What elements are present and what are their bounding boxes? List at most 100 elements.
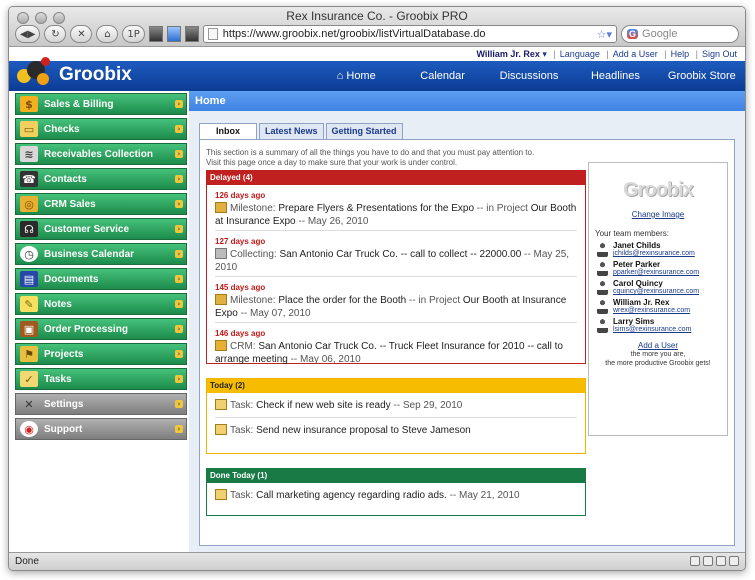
team-member: Peter Parker pparker@rexinsurance.com [597,260,727,276]
list-item[interactable]: 126 days ago Milestone: Prepare Flyers &… [215,185,577,231]
item-type: Task: [230,490,254,501]
nav-headlines[interactable]: Headlines [572,61,658,91]
avatar-icon [597,281,608,295]
check-icon: ▭ [20,121,38,137]
sidebar-item-customer-service[interactable]: ☊ Customer Service › [15,218,187,240]
sidebar-item-label: Order Processing [44,323,128,335]
delayed-header: Delayed (4) [207,171,585,185]
member-name: Carol Quincy [613,279,663,288]
phone-icon: ☎ [20,171,38,187]
sidebar-item-receivables-collection[interactable]: ≋ Receivables Collection › [15,143,187,165]
sidebar-item-projects[interactable]: ⚑ Projects › [15,343,187,365]
box-icon: ▣ [20,321,38,337]
projects-icon: ⚑ [20,346,38,362]
item-date: -- May 07, 2010 [237,308,311,319]
language-link[interactable]: Language [560,49,600,59]
list-item[interactable]: 127 days ago Collecting: San Antonio Car… [215,231,577,277]
sidebar-item-checks[interactable]: ▭ Checks › [15,118,187,140]
dollar-icon: $ [20,96,38,112]
milestone-icon [215,294,227,305]
sidebar-item-contacts[interactable]: ☎ Contacts › [15,168,187,190]
sign-out-link[interactable]: Sign Out [702,49,737,59]
tab-inbox[interactable]: Inbox [199,123,257,140]
sidebar-item-notes[interactable]: ✎ Notes › [15,293,187,315]
sidebar-item-sales-billing[interactable]: $ Sales & Billing › [15,93,187,115]
item-date: -- Sep 29, 2010 [390,400,463,411]
mail-icon[interactable] [729,556,739,566]
nav-groobix-store[interactable]: Groobix Store [659,61,745,91]
list-item[interactable]: 146 days ago CRM: San Antonio Car Truck … [215,323,577,368]
member-email[interactable]: wrex@rexinsurance.com [613,307,690,314]
list-item[interactable]: Task: Check if new web site is ready -- … [215,393,577,418]
nav-calendar[interactable]: Calendar [399,61,485,91]
bookmark-icon[interactable] [148,26,163,42]
main-nav: ⌂ Home Calendar Discussions Headlines Gr… [313,61,745,91]
nav-home[interactable]: ⌂ Home [313,61,399,91]
add-user-link[interactable]: Add a User [613,49,658,59]
member-email[interactable]: jchilds@rexinsurance.com [613,250,695,257]
team-member: Larry Sims lsims@rexinsurance.com [597,317,727,333]
list-item[interactable]: Task: Call marketing agency regarding ra… [215,483,577,507]
chevron-right-icon: › [175,375,183,383]
task-icon [215,489,227,500]
nav-discussions[interactable]: Discussions [486,61,572,91]
sidebar-item-label: Business Calendar [44,248,135,260]
member-name: Peter Parker [613,260,661,269]
item-mid: -- in Project [406,295,463,306]
documents-icon: ▤ [20,271,38,287]
member-email[interactable]: lsims@rexinsurance.com [613,326,691,333]
list-item[interactable]: Task: Send new insurance proposal to Ste… [215,418,577,442]
member-email[interactable]: pparker@rexinsurance.com [613,269,699,276]
grid-icon[interactable] [716,556,726,566]
team-member: William Jr. Rex wrex@rexinsurance.com [597,298,727,314]
sidebar-item-settings[interactable]: ✕ Settings › [15,393,187,415]
tab-getting-started[interactable]: Getting Started [325,123,403,139]
inbox-intro: This section is a summary of all the thi… [206,148,534,168]
sidebar-item-tasks[interactable]: ✓ Tasks › [15,368,187,390]
item-text: San Antonio Car Truck Co. -- Truck Fleet… [215,341,563,365]
1password-button[interactable]: 1P [122,25,145,43]
money-icon: ≋ [20,146,38,162]
motto-line-1: the more you are, [630,351,686,358]
back-forward-button[interactable]: ◀▶ [15,25,41,43]
add-user-link[interactable]: Add a User [589,341,727,350]
help-link[interactable]: Help [671,49,690,59]
stop-icon: ✕ [77,28,86,40]
tab-latest-news[interactable]: Latest News [259,123,324,139]
address-bar[interactable]: https://www.groobix.net/groobix/listVirt… [202,25,617,43]
extension-icon[interactable] [166,26,181,42]
search-input[interactable]: G Google [621,25,739,43]
stop-button[interactable]: ✕ [70,25,93,43]
tab-strip: Inbox Latest News Getting Started [199,123,403,140]
addon-icon[interactable] [703,556,713,566]
sidebar-item-label: Receivables Collection [44,148,153,160]
chevron-right-icon: › [175,275,183,283]
back-arrow-icon: ◀▶ [20,28,36,40]
item-date: -- May 21, 2010 [446,490,520,501]
groobix-logo[interactable]: Groobix [15,55,132,89]
sidebar-item-crm-sales[interactable]: ◎ CRM Sales › [15,193,187,215]
sidebar-item-documents[interactable]: ▤ Documents › [15,268,187,290]
sidebar-item-business-calendar[interactable]: ◷ Business Calendar › [15,243,187,265]
item-type: Milestone: [230,295,276,306]
member-name: Janet Childs [613,241,661,250]
tag-icon[interactable] [184,26,199,42]
sidebar-item-order-processing[interactable]: ▣ Order Processing › [15,318,187,340]
sidebar-item-support[interactable]: ◉ Support › [15,418,187,440]
change-image-link[interactable]: Change Image [589,210,727,219]
team-panel: Groobix Change Image Your team members: … [588,162,728,436]
sidebar-item-label: Contacts [44,173,87,185]
item-text: Place the order for the Booth [278,295,407,306]
home-button[interactable]: ⌂ [96,25,119,43]
security-icon[interactable] [690,556,700,566]
item-type: Task: [230,425,254,436]
star-icon[interactable]: ☆▾ [597,28,612,41]
member-name: Larry Sims [613,317,655,326]
chevron-right-icon: › [175,100,183,108]
company-logo: Groobix [623,179,694,201]
user-dropdown-icon[interactable]: ▾ [540,49,547,59]
list-item[interactable]: 145 days ago Milestone: Place the order … [215,277,577,323]
current-user[interactable]: William Jr. Rex [476,49,539,59]
reload-button[interactable]: ↻ [44,25,67,43]
member-email[interactable]: cquincy@rexinsurance.com [613,288,699,295]
